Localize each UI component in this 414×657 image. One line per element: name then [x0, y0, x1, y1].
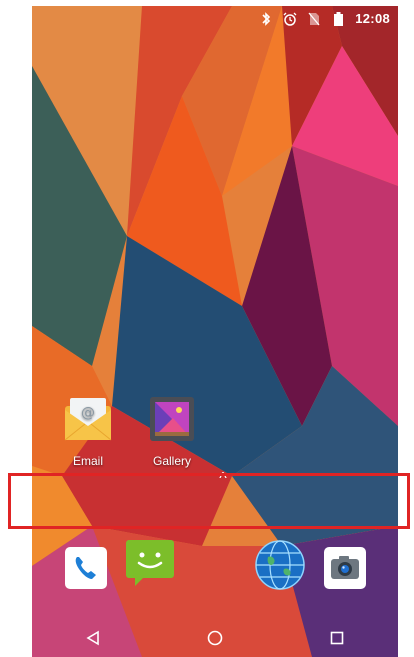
phone-app[interactable]	[62, 546, 110, 594]
email-icon: @	[63, 394, 113, 444]
back-button[interactable]	[78, 623, 108, 653]
browser-app[interactable]	[255, 539, 305, 591]
status-bar: 12:08	[32, 6, 398, 31]
phone-screen: 12:08 @ Email Gallery ^	[32, 6, 398, 657]
home-button[interactable]	[200, 623, 230, 653]
back-icon	[86, 630, 99, 646]
bluetooth-icon	[259, 11, 273, 26]
gallery-app[interactable]: Gallery	[137, 394, 207, 468]
gallery-label: Gallery	[152, 454, 191, 468]
browser-globe-icon	[254, 539, 306, 596]
camera-icon	[323, 546, 367, 595]
recents-button[interactable]	[322, 623, 352, 653]
battery-icon	[331, 11, 345, 26]
status-time: 12:08	[355, 11, 390, 26]
camera-app[interactable]	[321, 546, 369, 594]
messaging-icon	[125, 537, 175, 592]
svg-text:@: @	[81, 405, 95, 421]
gallery-icon	[147, 394, 197, 444]
highlight-box	[8, 473, 410, 529]
no-sim-icon	[307, 12, 321, 26]
alarm-icon	[283, 12, 297, 26]
navigation-bar	[32, 619, 398, 657]
messaging-app[interactable]	[126, 539, 174, 588]
home-icon	[207, 630, 223, 646]
phone-icon	[64, 546, 108, 595]
email-label: Email	[72, 454, 103, 468]
recents-icon	[330, 631, 344, 645]
email-app[interactable]: @ Email	[53, 394, 123, 468]
